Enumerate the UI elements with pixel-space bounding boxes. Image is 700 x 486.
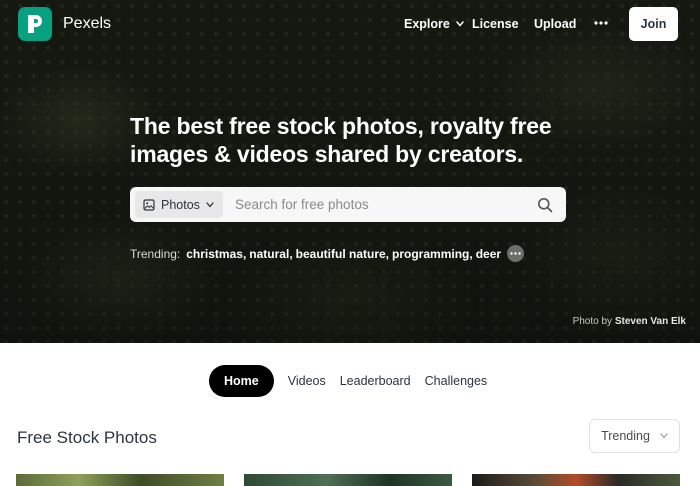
chevron-down-icon [206, 201, 214, 207]
chevron-down-icon [660, 433, 668, 439]
search-icon[interactable] [537, 197, 553, 213]
photo-credit[interactable]: Photo by Steven Van Elk [573, 316, 686, 327]
nav-explore-label: Explore [404, 17, 450, 31]
photo-thumbnail[interactable] [472, 474, 680, 486]
pexels-logo-icon[interactable] [18, 7, 52, 41]
tab-home[interactable]: Home [209, 365, 274, 397]
trending-item[interactable]: deer [476, 247, 501, 261]
hero-headline: The best free stock photos, royalty free… [130, 113, 552, 167]
trending-item[interactable]: programming [392, 247, 469, 261]
image-icon [143, 198, 155, 211]
chevron-down-icon [456, 21, 464, 27]
tab-challenges[interactable]: Challenges [425, 374, 488, 388]
brand-name[interactable]: Pexels [63, 15, 111, 33]
photo-thumbnail[interactable] [16, 474, 224, 486]
sort-label: Trending [601, 429, 650, 443]
sort-dropdown[interactable]: Trending [589, 419, 680, 453]
trending-item[interactable]: natural [249, 247, 289, 261]
photo-thumbnail[interactable] [244, 474, 452, 486]
section-title: Free Stock Photos [17, 428, 157, 447]
trending-item[interactable]: beautiful nature [296, 247, 386, 261]
search-bar: Photos [130, 187, 566, 222]
tab-videos[interactable]: Videos [288, 374, 326, 388]
more-trending-icon[interactable] [507, 245, 525, 262]
more-options-icon[interactable] [591, 12, 611, 34]
photo-credit-author: Steven Van Elk [614, 316, 686, 327]
join-button[interactable]: Join [629, 7, 678, 41]
search-type-dropdown[interactable]: Photos [135, 191, 223, 218]
search-type-label: Photos [161, 197, 200, 212]
tab-leaderboard[interactable]: Leaderboard [340, 374, 411, 388]
nav-license-link[interactable]: License [472, 17, 519, 31]
photo-credit-prefix: Photo by [572, 316, 613, 327]
search-input[interactable] [235, 187, 537, 222]
trending-label: Trending: [130, 246, 181, 261]
hero-banner: Pexels Explore License Upload Join The b… [0, 0, 700, 343]
nav-explore-menu[interactable]: Explore [404, 17, 464, 31]
trending-searches: Trending: christmas, natural, beautiful … [130, 245, 525, 262]
trending-item[interactable]: christmas [186, 247, 243, 261]
nav-upload-link[interactable]: Upload [534, 17, 576, 31]
content-tabs: Home Videos Leaderboard Challenges [209, 365, 501, 397]
